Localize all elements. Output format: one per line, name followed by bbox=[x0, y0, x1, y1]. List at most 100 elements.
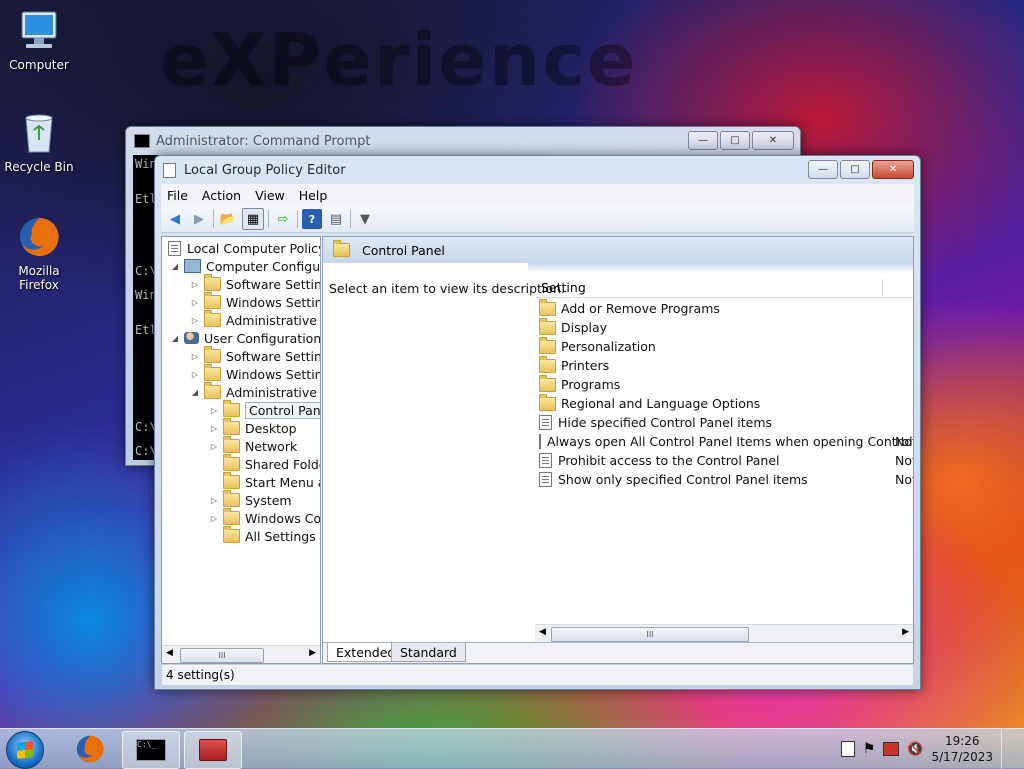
gpe-title: Local Group Policy Editor bbox=[184, 162, 346, 178]
list-item[interactable]: Personalization bbox=[539, 336, 913, 356]
tree-item-start-menu[interactable]: Start Menu ar bbox=[209, 472, 320, 491]
tree-horizontal-scrollbar[interactable]: ◀ III ▶ bbox=[162, 645, 320, 663]
volume-muted-icon[interactable]: 🔇 bbox=[907, 742, 923, 757]
taskbar-firefox-button[interactable] bbox=[62, 731, 118, 767]
close-button[interactable]: ✕ bbox=[872, 160, 914, 179]
expand-triangle-icon[interactable]: ▷ bbox=[209, 424, 219, 433]
expand-triangle-icon[interactable]: ▷ bbox=[209, 406, 219, 415]
expand-triangle-icon[interactable]: ▷ bbox=[190, 280, 200, 289]
tree-item-uc-administrative-templates[interactable]: ◢ Administrative Te bbox=[190, 382, 320, 401]
details-pane: Control Panel Select an item to view its… bbox=[322, 236, 914, 664]
filter-icon[interactable]: ▼ bbox=[355, 209, 375, 229]
tree-item-uc-windows-settings[interactable]: ▷ Windows Setting bbox=[190, 364, 320, 383]
list-item[interactable]: Printers bbox=[539, 355, 913, 375]
expand-triangle-icon[interactable]: ▷ bbox=[209, 496, 219, 505]
minimize-button[interactable]: — bbox=[688, 131, 718, 150]
menu-view[interactable]: View bbox=[255, 188, 285, 203]
desktop-icon-label: Mozilla Firefox bbox=[18, 264, 60, 292]
tree-item-network[interactable]: ▷ Network bbox=[209, 436, 297, 455]
tree-item-system[interactable]: ▷ System bbox=[209, 490, 292, 509]
tree-item-all-settings[interactable]: All Settings bbox=[209, 526, 316, 545]
desktop-icon-recycle-bin[interactable]: Recycle Bin bbox=[0, 110, 78, 174]
folder-icon bbox=[223, 454, 240, 471]
desktop-icon-firefox[interactable]: Mozilla Firefox bbox=[0, 214, 78, 292]
flag-icon[interactable]: ⚑ bbox=[863, 741, 876, 757]
tab-standard[interactable]: Standard bbox=[391, 643, 466, 662]
scroll-right-arrow-icon[interactable]: ▶ bbox=[902, 627, 909, 637]
tree-item-cc-windows-settings[interactable]: ▷ Windows Setting bbox=[190, 292, 320, 311]
expand-triangle-icon[interactable]: ▷ bbox=[190, 316, 200, 325]
close-button[interactable]: ✕ bbox=[752, 131, 794, 150]
description-text: Select an item to view its description. bbox=[329, 281, 565, 296]
gpe-titlebar[interactable]: Local Group Policy Editor bbox=[155, 156, 920, 184]
list-item[interactable]: Programs bbox=[539, 374, 913, 394]
tree-item-user-configuration[interactable]: ◢ User Configuration bbox=[170, 329, 320, 347]
desktop-icon-label: Computer bbox=[9, 58, 69, 72]
scroll-thumb[interactable]: III bbox=[551, 627, 749, 642]
collapse-triangle-icon[interactable]: ◢ bbox=[170, 262, 180, 271]
tree-item-root[interactable]: Local Computer Policy bbox=[168, 239, 320, 257]
policy-row[interactable]: Always open All Control Panel Items when… bbox=[539, 432, 913, 451]
firefox-icon bbox=[76, 735, 104, 763]
group-policy-editor-window[interactable]: Local Group Policy Editor — □ ✕ File Act… bbox=[154, 155, 921, 690]
taskbar: C:\_ ⚑ 🔇 19:26 5/17/2023 bbox=[0, 728, 1024, 769]
folder-icon bbox=[204, 292, 221, 309]
settings-list[interactable]: Setting Add or Remove Programs Display P… bbox=[535, 277, 913, 623]
back-arrow-icon[interactable]: ◀ bbox=[165, 209, 185, 229]
tree-item-desktop[interactable]: ▷ Desktop bbox=[209, 418, 297, 437]
expand-triangle-icon[interactable]: ▷ bbox=[190, 370, 200, 379]
properties-icon[interactable]: ▤ bbox=[326, 209, 346, 229]
tree-item-computer-configuration[interactable]: ◢ Computer Configura bbox=[170, 257, 320, 275]
menu-help[interactable]: Help bbox=[299, 188, 328, 203]
show-hide-tree-icon[interactable]: ▦ bbox=[242, 208, 264, 230]
firefox-icon bbox=[16, 214, 62, 260]
policy-setting-icon bbox=[539, 415, 552, 430]
tree-item-cc-administrative-templates[interactable]: ▷ Administrative Te bbox=[190, 310, 320, 329]
menu-action[interactable]: Action bbox=[202, 188, 241, 203]
tree-pane[interactable]: Local Computer Policy ◢ Computer Configu… bbox=[161, 236, 321, 664]
network-icon[interactable] bbox=[883, 742, 900, 756]
expand-triangle-icon[interactable]: ▷ bbox=[190, 352, 200, 361]
menu-file[interactable]: File bbox=[167, 188, 188, 203]
tree-item-control-panel[interactable]: ▷ Control Panel bbox=[209, 400, 320, 419]
collapse-triangle-icon[interactable]: ◢ bbox=[170, 334, 180, 343]
expand-triangle-icon[interactable]: ▷ bbox=[190, 298, 200, 307]
scroll-thumb[interactable]: III bbox=[180, 648, 264, 663]
start-button[interactable] bbox=[6, 731, 44, 769]
scroll-right-arrow-icon[interactable]: ▶ bbox=[309, 648, 316, 658]
taskbar-cmd-button[interactable]: C:\_ bbox=[122, 731, 180, 769]
list-horizontal-scrollbar[interactable]: ◀ III ▶ bbox=[535, 624, 913, 643]
clock[interactable]: 19:26 5/17/2023 bbox=[931, 733, 993, 765]
policy-row[interactable]: Prohibit access to the Control PanelNot bbox=[539, 451, 913, 470]
expand-triangle-icon[interactable]: ▷ bbox=[209, 514, 219, 523]
expand-triangle-icon[interactable]: ▷ bbox=[209, 442, 219, 451]
tree-item-shared-folders[interactable]: Shared Folder bbox=[209, 454, 320, 473]
action-center-icon[interactable] bbox=[840, 741, 855, 757]
selected-item-label: Control Panel bbox=[245, 401, 320, 419]
taskbar-gpe-button[interactable] bbox=[184, 731, 242, 769]
cmd-icon: C:\_ bbox=[136, 739, 166, 761]
collapse-triangle-icon[interactable]: ◢ bbox=[190, 388, 200, 397]
minimize-button[interactable]: — bbox=[808, 160, 838, 179]
scroll-left-arrow-icon[interactable]: ◀ bbox=[166, 648, 173, 658]
column-header-setting[interactable]: Setting bbox=[535, 277, 913, 298]
tree-item-cc-software-settings[interactable]: ▷ Software Settings bbox=[190, 274, 320, 293]
maximize-button[interactable]: □ bbox=[840, 160, 870, 179]
export-list-icon[interactable]: ⇨ bbox=[273, 209, 293, 229]
show-desktop-button[interactable] bbox=[1001, 729, 1012, 769]
tree-item-uc-software-settings[interactable]: ▷ Software Settings bbox=[190, 346, 320, 365]
up-folder-icon[interactable]: 📂 bbox=[218, 209, 238, 229]
forward-arrow-icon[interactable]: ▶ bbox=[189, 209, 209, 229]
folder-icon bbox=[223, 436, 240, 453]
list-item[interactable]: Add or Remove Programs bbox=[539, 298, 913, 318]
list-item[interactable]: Display bbox=[539, 317, 913, 337]
maximize-button[interactable]: □ bbox=[720, 131, 750, 150]
scroll-left-arrow-icon[interactable]: ◀ bbox=[539, 627, 546, 637]
policy-icon bbox=[168, 240, 181, 256]
tree-item-windows-components[interactable]: ▷ Windows Cor bbox=[209, 508, 320, 527]
desktop-icon-computer[interactable]: Computer bbox=[0, 8, 78, 72]
policy-row[interactable]: Show only specified Control Panel items N… bbox=[539, 470, 913, 489]
policy-row[interactable]: Hide specified Control Panel items bbox=[539, 413, 913, 432]
list-item[interactable]: Regional and Language Options bbox=[539, 393, 913, 413]
help-icon[interactable]: ? bbox=[302, 209, 322, 229]
